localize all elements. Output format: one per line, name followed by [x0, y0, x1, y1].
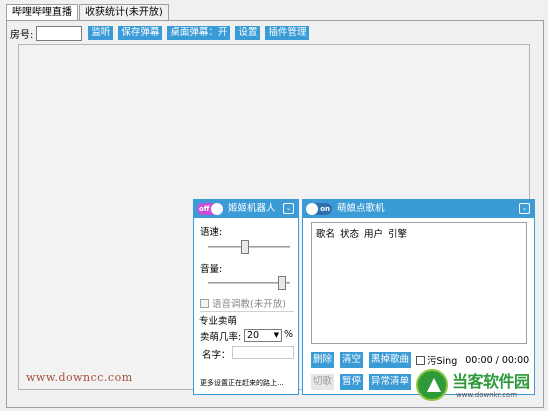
- song-toggle-text: on: [320, 205, 330, 213]
- column-user[interactable]: 用户: [364, 226, 383, 240]
- song-toggle[interactable]: on: [306, 203, 332, 215]
- sing-label: 污Sing: [427, 356, 458, 367]
- site-logo: 当客软件园 www.downkr.com: [416, 367, 544, 407]
- checkbox-box: [416, 355, 425, 365]
- speed-label: 语速:: [200, 227, 223, 238]
- skip-song-button[interactable]: 切歌: [311, 374, 335, 390]
- chevron-down-icon: ▼: [273, 331, 279, 339]
- tab-harvest-stats[interactable]: 收获统计(未开放): [79, 4, 169, 21]
- toggle-knob: [306, 203, 318, 215]
- song-request-panel: on 萌娘点歌机 ⌄ 歌名 状态 用户 引擎 删除 清空 黑掉歌曲 污Sing …: [302, 199, 535, 395]
- settings-button[interactable]: 设置: [235, 26, 261, 40]
- sing-checkbox[interactable]: 污Sing 00:00 / 00:00: [416, 353, 529, 367]
- pro-moe-group-label: 专业卖萌: [199, 316, 238, 327]
- moe-rate-unit: %: [284, 329, 294, 340]
- checkbox-box: [200, 298, 209, 308]
- volume-label: 音量:: [200, 264, 223, 275]
- desktop-danmaku-button[interactable]: 桌面弹幕：开: [167, 26, 231, 40]
- song-list-header: 歌名 状态 用户 引擎: [316, 226, 412, 240]
- name-label: 名字：: [202, 350, 231, 361]
- song-panel-header: on 萌娘点歌机 ⌄: [303, 200, 534, 218]
- logo-text: 当客软件园: [452, 372, 530, 391]
- clear-songs-button[interactable]: 清空: [340, 352, 364, 368]
- save-danmaku-button[interactable]: 保存弹幕: [118, 26, 163, 40]
- toolbar: 房号: 监听 保存弹幕 桌面弹幕：开 设置 插件管理: [10, 25, 314, 41]
- column-engine[interactable]: 引擎: [388, 226, 407, 240]
- name-input[interactable]: [232, 346, 294, 359]
- robot-panel-title: 姬姬机器人: [228, 203, 276, 214]
- collapse-icon[interactable]: ⌄: [519, 203, 530, 214]
- playback-time: 00:00 / 00:00: [465, 354, 530, 366]
- column-song-name[interactable]: 歌名: [316, 226, 335, 240]
- logo-icon: [416, 369, 448, 401]
- column-status[interactable]: 状态: [340, 226, 359, 240]
- error-list-button[interactable]: 异常清单: [369, 374, 412, 390]
- collapse-icon[interactable]: ⌄: [283, 203, 294, 214]
- volume-slider-thumb[interactable]: [278, 276, 287, 290]
- plugin-manager-button[interactable]: 插件管理: [265, 26, 310, 40]
- watermark-text: www.downcc.com: [26, 371, 133, 384]
- voice-tune-checkbox[interactable]: 语音调教(未开放): [200, 296, 286, 310]
- room-input[interactable]: [36, 25, 83, 41]
- moe-rate-label: 卖萌几率:: [200, 332, 242, 343]
- moe-rate-select[interactable]: 20 ▼: [244, 329, 282, 342]
- robot-panel: off 姬姬机器人 ⌄ 语速: 音量: 语音调教(未开放) 专业卖萌 卖萌几率:…: [193, 199, 299, 395]
- pause-button[interactable]: 暂停: [340, 374, 364, 390]
- voice-tune-label: 语音调教(未开放): [212, 299, 286, 310]
- blacklist-song-button[interactable]: 黑掉歌曲: [369, 352, 412, 368]
- listen-button[interactable]: 监听: [88, 26, 114, 40]
- tab-bilibili-live[interactable]: 哔哩哔哩直播: [6, 4, 78, 21]
- robot-toggle[interactable]: off: [197, 203, 223, 215]
- speed-slider-thumb[interactable]: [241, 240, 250, 254]
- robot-toggle-text: off: [199, 205, 210, 213]
- song-queue-list[interactable]: 歌名 状态 用户 引擎: [311, 222, 527, 344]
- robot-panel-header: off 姬姬机器人 ⌄: [194, 200, 298, 218]
- moe-rate-value: 20: [247, 330, 260, 341]
- tab-bar: 哔哩哔哩直播 收获统计(未开放): [6, 4, 170, 21]
- toggle-knob: [211, 203, 223, 215]
- room-label: 房号:: [10, 29, 34, 41]
- delete-song-button[interactable]: 删除: [311, 352, 335, 368]
- logo-url: www.downkr.com: [456, 391, 518, 399]
- more-settings-tip: 更多设置正在赶来的路上...: [200, 379, 284, 387]
- song-panel-title: 萌娘点歌机: [337, 203, 385, 214]
